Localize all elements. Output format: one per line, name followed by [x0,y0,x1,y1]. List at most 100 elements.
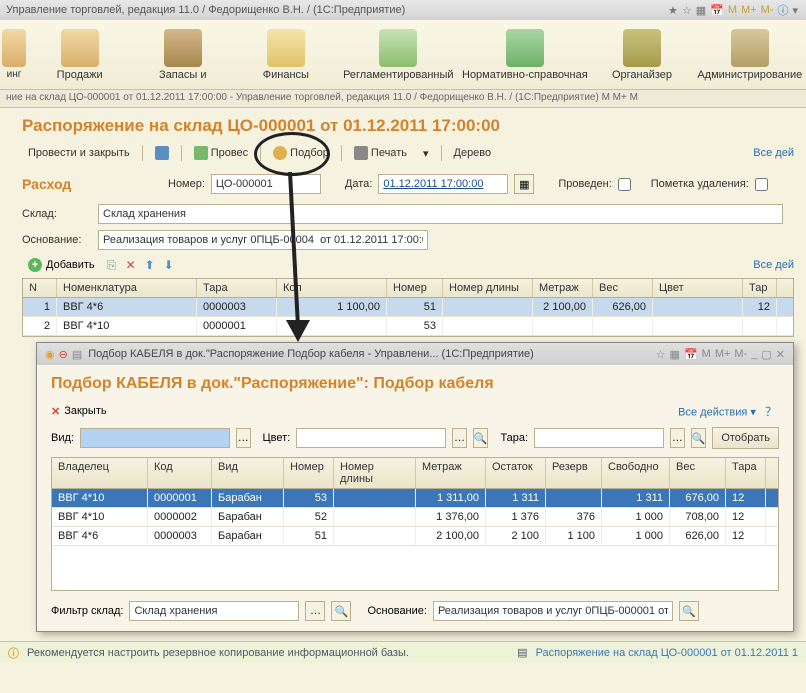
m-button[interactable]: M [728,4,737,16]
selection-icon [273,146,287,160]
delete-icon[interactable]: ✕ [123,257,139,273]
org-icon [623,29,661,67]
page-icon: ▤ [72,348,82,361]
filter-search-icon[interactable]: 🔍 [331,601,351,621]
star-icon[interactable]: ★ [668,4,678,17]
date-input[interactable] [378,174,508,194]
table-row[interactable]: 1 ВВГ 4*6 0000003 1 100,00 51 2 100,00 6… [23,298,793,317]
calendar-icon[interactable]: ▦ [514,174,534,194]
fav-icon[interactable]: ☆ [682,4,692,17]
save-button[interactable] [149,144,175,162]
close-x-icon: ✕ [51,405,60,418]
popup-titlebar[interactable]: ◉ ⊖ ▤ Подбор КАБЕЛЯ в док."Распоряжение … [37,343,793,365]
items-grid[interactable]: N Номенклатура Тара Кол Номер Номер длин… [22,278,794,337]
calc-icon[interactable]: ▦ [696,4,706,17]
selection-popup: ◉ ⊖ ▤ Подбор КАБЕЛЯ в док."Распоряжение … [36,342,794,632]
basis-label: Основание: [22,234,92,246]
popup-all-actions[interactable]: Все действия ▾ [678,407,756,419]
stock-icon [164,29,202,67]
color-search-icon[interactable]: 🔍 [473,428,489,448]
type-label: Вид: [51,432,74,444]
basis-input[interactable] [98,230,428,250]
grid-header: N Номенклатура Тара Кол Номер Номер длин… [23,279,793,298]
all-actions-link[interactable]: Все дей [753,147,794,159]
document-title: Распоряжение на склад ЦО-000001 от 01.12… [22,116,794,136]
plus-icon: + [28,258,42,272]
basis-search-icon[interactable]: 🔍 [679,601,699,621]
close-button[interactable]: ✕Закрыть [51,405,107,418]
posted-checkbox[interactable] [618,178,631,191]
max-icon[interactable]: ▢ [761,348,771,361]
grid-all-actions[interactable]: Все дей [753,259,794,271]
add-button[interactable]: +Добавить [22,256,101,274]
info-icon: ⓘ [8,645,19,661]
tab-bar[interactable]: ние на склад ЦО-000001 от 01.12.2011 17:… [0,90,806,108]
norm-icon [506,29,544,67]
move-up-icon[interactable]: ⬆ [142,257,158,273]
selection-button[interactable]: Подбор [267,144,335,162]
dropdown-icon[interactable]: ▾ [792,4,798,17]
color-input[interactable] [296,428,446,448]
cal-icon[interactable]: 📅 [710,4,724,17]
type-dots-button[interactable]: … [236,428,251,448]
print-dropdown[interactable]: ▾ [417,145,435,162]
nav-unknown[interactable]: инг [0,20,28,89]
popup-status-row: Фильтр склад: … 🔍 Основание: 🔍 [51,601,779,621]
type-input[interactable] [80,428,230,448]
table-row[interactable]: ВВГ 4*10 0000002 Барабан 52 1 376,00 1 3… [52,508,778,527]
generic-icon [2,29,26,67]
m-button[interactable]: M [702,348,711,360]
star-icon[interactable]: ☆ [656,348,666,361]
move-down-icon[interactable]: ⬇ [161,257,177,273]
tare-search-icon[interactable]: 🔍 [691,428,707,448]
nav-reg[interactable]: Регламентированный [337,20,459,89]
nav-finance[interactable]: Финансы [234,20,337,89]
status-bar: ⓘ Рекомендуется настроить резервное копи… [0,641,806,663]
posted-label: Проведен: [558,178,611,190]
copy-icon[interactable]: ⎘ [104,257,120,273]
tare-label: Тара: [500,432,528,444]
run-close-button[interactable]: Провести и закрыть [22,145,136,161]
main-toolbar: инг Продажи Запасы и Финансы Регламентир… [0,20,806,90]
close-icon[interactable]: ✕ [776,348,785,361]
mplus-button[interactable]: M+ [741,4,757,16]
nav-stock[interactable]: Запасы и [131,20,234,89]
color-label: Цвет: [263,432,291,444]
nav-norm[interactable]: Нормативно-справочная [459,20,590,89]
number-label: Номер: [168,178,205,190]
warehouse-label: Склад: [22,208,92,220]
disk-icon [155,146,169,160]
tare-dots-button[interactable]: … [670,428,685,448]
help-icon[interactable]: ？ [763,403,779,419]
tree-button[interactable]: Дерево [448,145,498,161]
nav-org[interactable]: Органайзер [590,20,693,89]
min-icon[interactable]: _ [751,348,757,360]
color-dots-button[interactable]: … [452,428,467,448]
nav-sales[interactable]: Продажи [28,20,131,89]
admin-icon [731,29,769,67]
table-row[interactable]: ВВГ 4*10 0000001 Барабан 53 1 311,00 1 3… [52,489,778,508]
nav-admin[interactable]: Администрирование [694,20,806,89]
mplus-button[interactable]: M+ [715,348,731,360]
table-row[interactable]: 2 ВВГ 4*10 0000001 53 [23,317,793,336]
mminus-button[interactable]: M- [734,348,747,360]
select-button[interactable]: Отобрать [712,427,779,449]
popup-titlebar-text: Подбор КАБЕЛЯ в док."Распоряжение Подбор… [88,348,534,360]
tare-input[interactable] [534,428,664,448]
bottom-doc-link[interactable]: Распоряжение на склад ЦО-000001 от 01.12… [536,647,798,659]
calc-icon[interactable]: ▦ [670,348,680,361]
table-row[interactable]: ВВГ 4*6 0000003 Барабан 51 2 100,00 2 10… [52,527,778,546]
filter-warehouse-input[interactable] [129,601,299,621]
popup-basis-input[interactable] [433,601,673,621]
print-button[interactable]: Печать [348,144,413,162]
warehouse-input[interactable] [98,204,783,224]
run-button[interactable]: Провес [188,144,254,162]
delmark-checkbox[interactable] [755,178,768,191]
number-input[interactable] [211,174,321,194]
close-red-icon[interactable]: ⊖ [59,348,68,361]
popup-grid[interactable]: Владелец Код Вид Номер Номер длины Метра… [51,457,779,591]
cal-icon[interactable]: 📅 [684,348,698,361]
help-icon[interactable]: ⓘ [777,2,788,18]
filter-dots-button[interactable]: … [305,601,325,621]
mminus-button[interactable]: M- [761,4,774,16]
